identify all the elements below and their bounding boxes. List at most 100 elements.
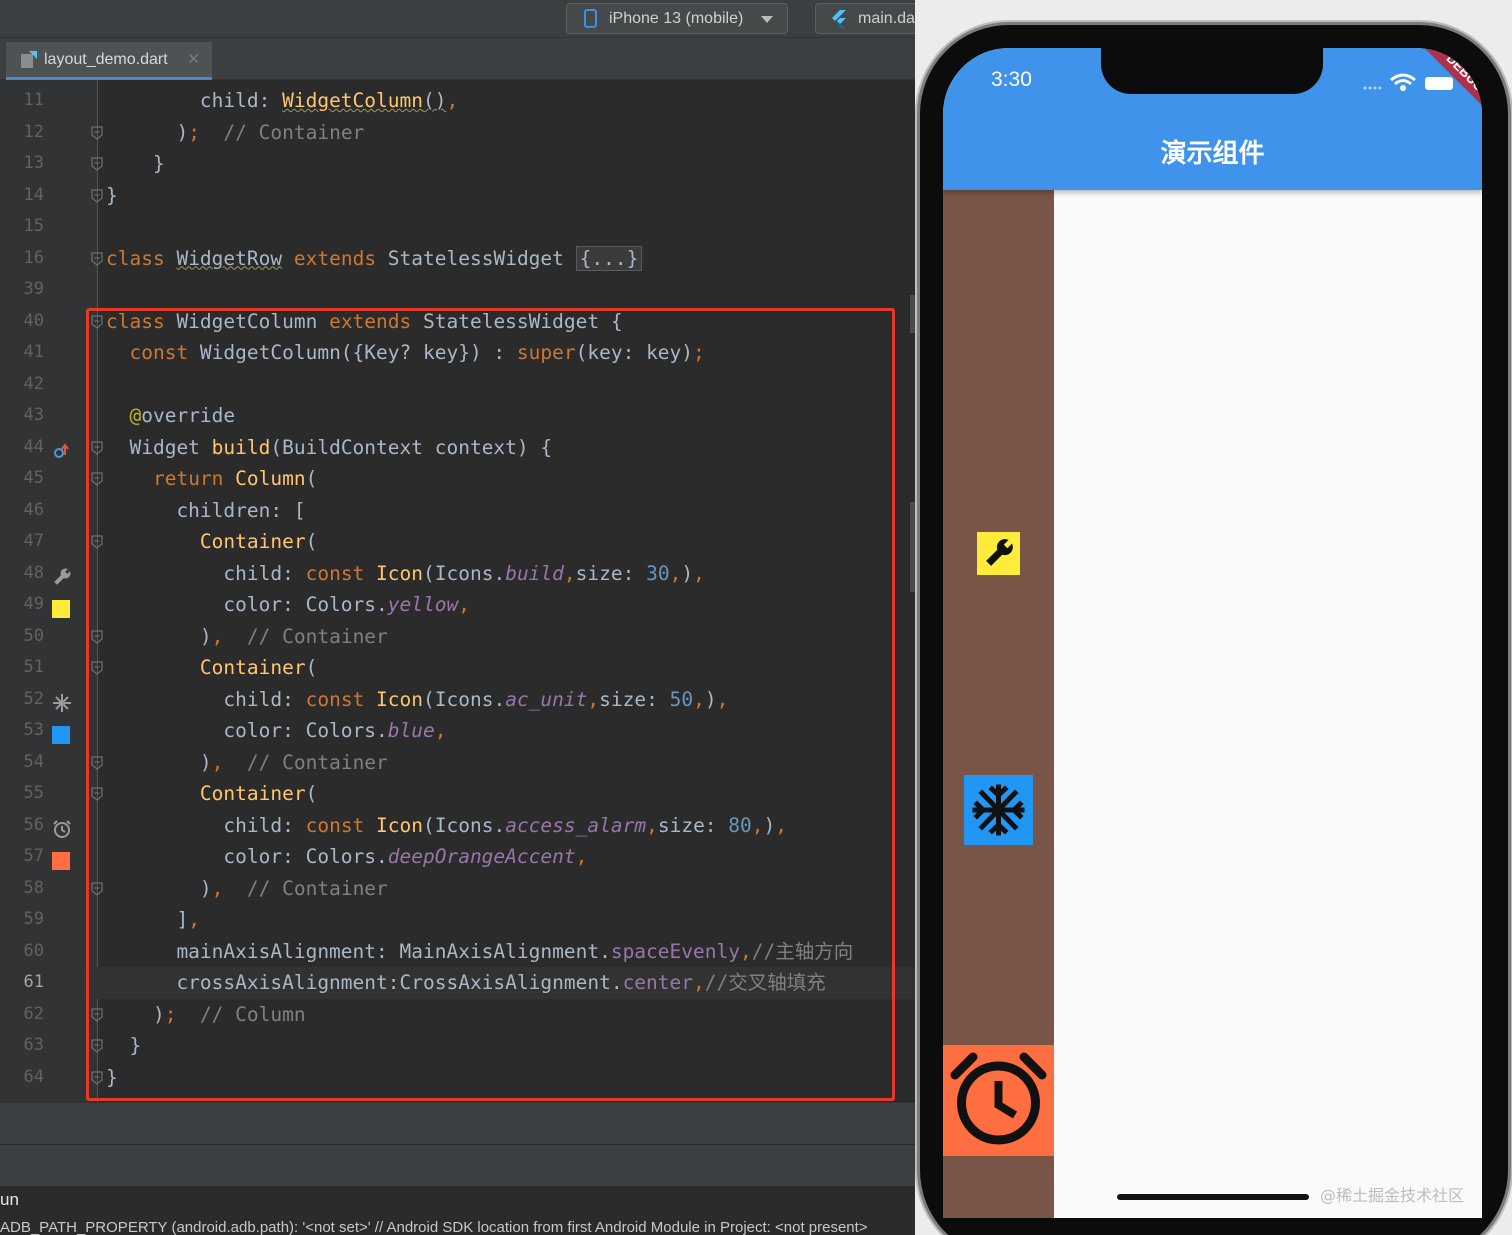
line-number[interactable]: 54: [0, 747, 44, 779]
line-number[interactable]: 48: [0, 558, 44, 590]
code-line[interactable]: 48 child: const Icon(Icons.build,size: 3…: [0, 558, 915, 590]
line-number[interactable]: 56: [0, 810, 44, 842]
device-selector[interactable]: iPhone 13 (mobile): [566, 3, 788, 34]
code-line[interactable]: 59 ],: [0, 904, 915, 936]
fold-marker-icon[interactable]: [91, 629, 103, 644]
code-line[interactable]: 64}: [0, 1062, 915, 1094]
code-line[interactable]: 51 Container(: [0, 652, 915, 684]
code-text[interactable]: children: [: [106, 495, 305, 527]
code-line[interactable]: 50 ), // Container: [0, 621, 915, 653]
code-text[interactable]: const WidgetColumn({Key? key}) : super(k…: [106, 337, 704, 369]
line-number[interactable]: 51: [0, 652, 44, 684]
code-line[interactable]: 46 children: [: [0, 495, 915, 527]
line-number[interactable]: 39: [0, 274, 44, 306]
code-line[interactable]: 12 ); // Container: [0, 117, 915, 149]
code-text[interactable]: color: Colors.deepOrangeAccent,: [106, 841, 587, 873]
line-number[interactable]: 58: [0, 873, 44, 905]
code-line[interactable]: 39: [0, 274, 915, 306]
code-text[interactable]: @override: [106, 400, 235, 432]
line-number[interactable]: 55: [0, 778, 44, 810]
code-line[interactable]: 16 class WidgetRow extends StatelessWidge…: [0, 243, 915, 275]
line-number[interactable]: 53: [0, 715, 44, 747]
yellow-swatch-icon[interactable]: [52, 596, 70, 618]
fold-marker-icon[interactable]: [91, 661, 103, 675]
code-editor[interactable]: 11 child: WidgetColumn(), 12 ); // Contai…: [0, 80, 915, 1102]
code-line[interactable]: 58 ), // Container: [0, 873, 915, 905]
tab-layout-demo[interactable]: layout_demo.dart ✕: [6, 42, 212, 80]
code-text[interactable]: }: [106, 1030, 141, 1062]
code-line[interactable]: 61 crossAxisAlignment:CrossAxisAlignment…: [0, 967, 915, 999]
code-text[interactable]: color: Colors.blue,: [106, 715, 446, 747]
code-line[interactable]: 53 color: Colors.blue,: [0, 715, 915, 747]
fold-marker-icon[interactable]: [91, 1039, 103, 1053]
snowflake-icon[interactable]: [52, 691, 71, 712]
line-number[interactable]: 46: [0, 495, 44, 527]
line-number[interactable]: 62: [0, 999, 44, 1031]
fold-marker-icon[interactable]: [91, 881, 103, 896]
code-line[interactable]: 11 child: WidgetColumn(),: [0, 85, 915, 117]
code-text[interactable]: child: const Icon(Icons.build,size: 30,)…: [106, 558, 704, 590]
fold-marker-icon[interactable]: [91, 188, 103, 203]
fold-marker-icon[interactable]: [91, 440, 103, 455]
code-text[interactable]: child: const Icon(Icons.ac_unit,size: 50…: [106, 684, 728, 716]
line-number[interactable]: 60: [0, 936, 44, 968]
code-text[interactable]: ); // Container: [106, 117, 364, 149]
fold-marker-icon[interactable]: [91, 1007, 103, 1022]
code-text[interactable]: ],: [106, 904, 200, 936]
line-number[interactable]: 57: [0, 841, 44, 873]
fold-marker-icon[interactable]: [91, 755, 103, 770]
line-number[interactable]: 63: [0, 1030, 44, 1062]
code-text[interactable]: Container(: [106, 526, 317, 558]
close-icon[interactable]: ✕: [187, 42, 200, 78]
line-number[interactable]: 45: [0, 463, 44, 495]
code-line[interactable]: 42: [0, 369, 915, 401]
code-text[interactable]: ), // Container: [106, 621, 388, 653]
line-number[interactable]: 43: [0, 400, 44, 432]
fold-marker-icon[interactable]: [91, 472, 103, 486]
code-line[interactable]: 49 color: Colors.yellow,: [0, 589, 915, 621]
line-number[interactable]: 14: [0, 180, 44, 212]
code-text[interactable]: child: WidgetColumn(),: [106, 85, 458, 117]
code-text[interactable]: return Column(: [106, 463, 317, 495]
code-line[interactable]: 60 mainAxisAlignment: MainAxisAlignment.…: [0, 936, 915, 968]
code-line[interactable]: 14}: [0, 180, 915, 212]
code-text[interactable]: child: const Icon(Icons.access_alarm,siz…: [106, 810, 787, 842]
line-number[interactable]: 61: [0, 967, 44, 999]
code-text[interactable]: ); // Column: [106, 999, 306, 1031]
code-line[interactable]: 44 Widget build(BuildContext context) {: [0, 432, 915, 464]
code-text[interactable]: }: [106, 1062, 118, 1094]
code-line[interactable]: 62 ); // Column: [0, 999, 915, 1031]
line-number[interactable]: 47: [0, 526, 44, 558]
code-text[interactable]: crossAxisAlignment:CrossAxisAlignment.ce…: [106, 967, 825, 999]
code-line[interactable]: 57 color: Colors.deepOrangeAccent,: [0, 841, 915, 873]
line-number[interactable]: 42: [0, 369, 44, 401]
code-text[interactable]: Container(: [106, 778, 317, 810]
code-text[interactable]: }: [106, 180, 118, 212]
fold-marker-icon[interactable]: [91, 787, 103, 801]
code-line[interactable]: 13 }: [0, 148, 915, 180]
home-indicator[interactable]: [1117, 1194, 1309, 1200]
line-number[interactable]: 64: [0, 1062, 44, 1094]
fold-marker-icon[interactable]: [91, 314, 103, 329]
code-text[interactable]: Container(: [106, 652, 317, 684]
orange-swatch-icon[interactable]: [52, 848, 70, 870]
line-number[interactable]: 40: [0, 306, 44, 338]
fold-marker-icon[interactable]: [91, 157, 103, 171]
line-number[interactable]: 50: [0, 621, 44, 653]
fold-marker-icon[interactable]: [91, 125, 103, 140]
code-text[interactable]: ), // Container: [106, 873, 388, 905]
line-number[interactable]: 41: [0, 337, 44, 369]
code-line[interactable]: 56 child: const Icon(Icons.access_alarm,…: [0, 810, 915, 842]
code-line[interactable]: 63 }: [0, 1030, 915, 1062]
code-line[interactable]: 15: [0, 211, 915, 243]
code-text[interactable]: color: Colors.yellow,: [106, 589, 470, 621]
line-number[interactable]: 44: [0, 432, 44, 464]
code-text[interactable]: ), // Container: [106, 747, 388, 779]
code-text[interactable]: mainAxisAlignment: MainAxisAlignment.spa…: [106, 936, 853, 968]
override-icon[interactable]: [52, 439, 70, 458]
code-text[interactable]: class WidgetRow extends StatelessWidget …: [106, 243, 643, 275]
line-number[interactable]: 52: [0, 684, 44, 716]
blue-swatch-icon[interactable]: [52, 722, 70, 744]
wrench-icon[interactable]: [52, 565, 72, 585]
phone-screen[interactable]: 3:30 演示组件 DEBUG: [943, 48, 1482, 1218]
